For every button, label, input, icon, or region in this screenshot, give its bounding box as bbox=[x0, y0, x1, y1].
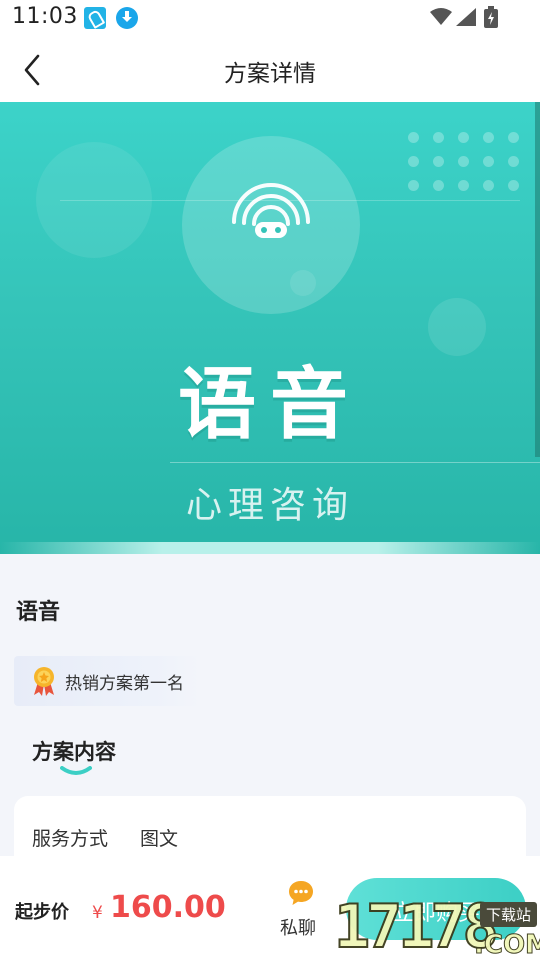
section-title: 方案内容 bbox=[32, 740, 116, 764]
status-time: 11:03 bbox=[12, 4, 78, 29]
battery-icon bbox=[484, 6, 498, 28]
price-value: 160.00 bbox=[110, 890, 226, 925]
nav-bar: 方案详情 bbox=[0, 36, 540, 102]
banner-decor-circle bbox=[290, 270, 316, 296]
watermark-number: 17178 bbox=[333, 891, 500, 960]
scroll-indicator bbox=[535, 102, 540, 457]
banner-dot-grid bbox=[408, 132, 520, 196]
private-chat-label: 私聊 bbox=[280, 918, 316, 939]
wifi-icon bbox=[430, 8, 452, 25]
banner-divider bbox=[170, 462, 540, 463]
starting-price-label: 起步价 bbox=[15, 902, 69, 923]
watermark-suffix: .COM bbox=[474, 930, 540, 960]
banner-image: 语音 心理咨询 bbox=[0, 102, 540, 554]
service-method-label: 服务方式 bbox=[32, 828, 109, 850]
voice-chat-icon bbox=[232, 183, 310, 238]
page-title: 方案详情 bbox=[224, 61, 316, 87]
download-icon bbox=[116, 7, 138, 29]
private-chat-button[interactable]: 私聊 bbox=[276, 880, 328, 944]
service-method-value: 图文 bbox=[140, 828, 179, 850]
plan-name: 语音 bbox=[16, 600, 61, 625]
hot-sale-text: 热销方案第一名 bbox=[65, 674, 184, 694]
site-watermark: 17178 下载站 .COM bbox=[333, 891, 540, 960]
banner-subtitle: 心理咨询 bbox=[185, 485, 354, 526]
medal-icon bbox=[34, 667, 54, 696]
watermark-tag: 下载站 bbox=[480, 902, 538, 927]
currency-symbol: ¥ bbox=[92, 903, 103, 923]
chat-bubble-icon bbox=[289, 881, 313, 905]
signal-icon bbox=[456, 8, 476, 26]
notification-app-icon bbox=[84, 7, 106, 29]
banner-glow bbox=[0, 542, 540, 554]
section-underline bbox=[60, 766, 92, 775]
status-bar: 11:03 bbox=[0, 0, 540, 36]
banner-title: 语音 bbox=[177, 360, 362, 450]
hot-sale-badge: 热销方案第一名 bbox=[14, 656, 200, 706]
